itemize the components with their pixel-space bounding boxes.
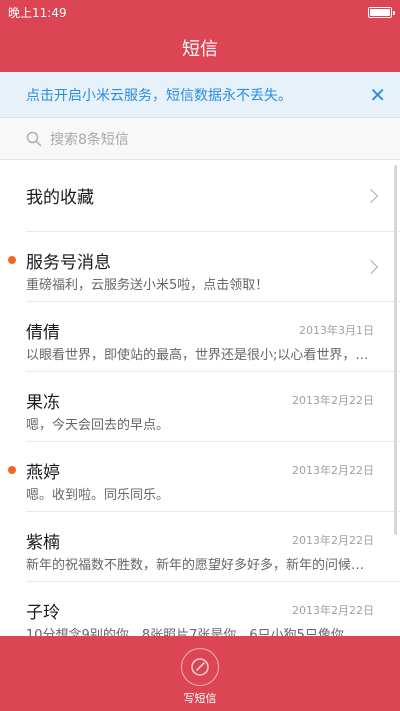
thread-preview: 嗯。收到啦。同乐同乐。 xyxy=(26,488,170,503)
thread-name: 紫楠 xyxy=(26,533,60,553)
compose-label[interactable]: 写短信 xyxy=(184,690,217,706)
thread-item[interactable]: 子玲 2013年2月22日 10分想念9别的你，8张照片7张是你，6只小狗5只像… xyxy=(26,582,400,636)
unread-dot xyxy=(8,256,16,264)
search-bar[interactable]: 搜索8条短信 xyxy=(0,118,400,160)
thread-name: 倩倩 xyxy=(26,323,60,343)
thread-date: 2013年2月22日 xyxy=(292,534,374,547)
thread-preview: 重磅福利，云服务送小米5啦，点击领取！ xyxy=(26,278,269,293)
thread-date: 2013年3月1日 xyxy=(299,324,374,337)
thread-date: 2013年2月22日 xyxy=(292,464,374,477)
thread-date: 2013年2月22日 xyxy=(292,604,374,617)
banner-text[interactable]: 点击开启小米云服务，短信数据永不丢失。 xyxy=(26,85,292,105)
compose-icon xyxy=(191,658,209,676)
title-bar: 短信 xyxy=(0,24,400,72)
thread-preview: 新年的祝福数不胜数，新年的愿望好多好多，新年的问候不能少 xyxy=(26,558,374,573)
compose-button[interactable] xyxy=(181,648,219,686)
scrollbar[interactable] xyxy=(394,165,397,535)
close-icon[interactable]: ✕ xyxy=(369,85,386,105)
thread-name: 燕婷 xyxy=(26,463,60,483)
favorites-label: 我的收藏 xyxy=(26,188,94,208)
status-bar: 晚上11:49 xyxy=(0,0,400,24)
favorites-item[interactable]: 我的收藏 xyxy=(26,160,400,232)
chevron-right-icon xyxy=(363,188,379,203)
thread-preview: 嗯，今天会回去的早点。 xyxy=(26,418,170,433)
thread-item[interactable]: 紫楠 2013年2月22日 新年的祝福数不胜数，新年的愿望好多好多，新年的问候不… xyxy=(26,512,400,582)
unread-dot xyxy=(8,466,16,474)
thread-preview: 以眼看世界，即使站的最高，世界还是很小;以心看世界，世界还是很大 xyxy=(26,348,374,363)
thread-date: 2013年2月22日 xyxy=(292,394,374,407)
thread-name: 服务号消息 xyxy=(26,253,111,273)
thread-item[interactable]: 燕婷 2013年2月22日 嗯。收到啦。同乐同乐。 xyxy=(8,442,400,512)
bottom-bar: 写短信 xyxy=(0,636,400,711)
thread-item[interactable]: 倩倩 2013年3月1日 以眼看世界，即使站的最高，世界还是很小;以心看世界，世… xyxy=(26,302,400,372)
battery-icon xyxy=(368,6,395,18)
thread-item[interactable]: 果冻 2013年2月22日 嗯，今天会回去的早点。 xyxy=(26,372,400,442)
status-time: 晚上11:49 xyxy=(8,5,67,20)
search-icon xyxy=(26,131,42,146)
thread-preview: 10分想念9别的你，8张照片7张是你，6只小狗5只像你，4季 xyxy=(26,628,374,636)
message-list[interactable]: 我的收藏 服务号消息 重磅福利，云服务送小米5啦，点击领取！ 倩倩 2013年3… xyxy=(0,160,400,636)
page-title: 短信 xyxy=(182,39,218,60)
search-input[interactable]: 搜索8条短信 xyxy=(50,129,129,149)
chevron-right-icon xyxy=(363,259,379,274)
thread-name: 子玲 xyxy=(26,603,60,623)
thread-item[interactable]: 服务号消息 重磅福利，云服务送小米5啦，点击领取！ xyxy=(8,232,400,302)
cloud-service-banner[interactable]: 点击开启小米云服务，短信数据永不丢失。 ✕ xyxy=(0,72,400,118)
thread-name: 果冻 xyxy=(26,393,60,413)
